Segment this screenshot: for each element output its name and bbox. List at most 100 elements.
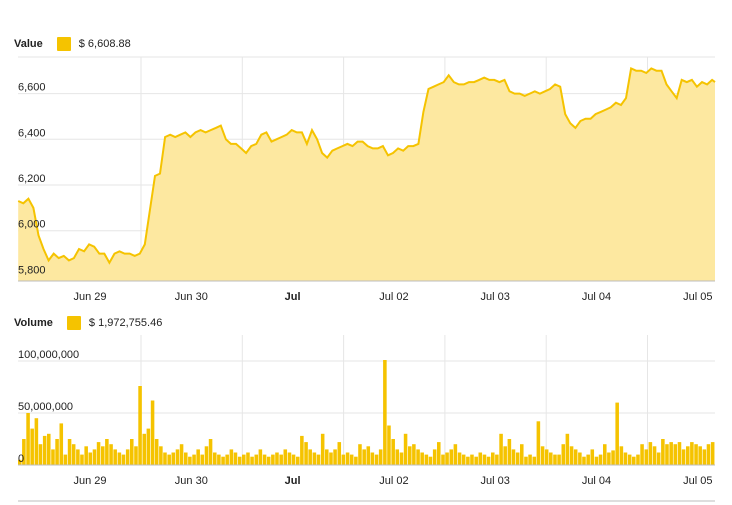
volume-bar xyxy=(532,456,537,465)
volume-bar xyxy=(615,402,619,465)
volume-bar xyxy=(507,439,512,465)
volume-bar xyxy=(656,452,661,465)
volume-xtick-label: Jun 30 xyxy=(175,475,208,487)
volume-bar xyxy=(26,413,30,465)
volume-bar xyxy=(694,444,698,465)
volume-bar xyxy=(437,442,441,465)
volume-bar xyxy=(312,452,317,465)
volume-bar xyxy=(349,454,354,465)
volume-bar xyxy=(163,452,167,465)
volume-bar xyxy=(553,454,557,465)
volume-ytick-label: 100,000,000 xyxy=(18,349,79,361)
volume-bar xyxy=(582,456,586,465)
volume-bar xyxy=(171,452,176,465)
volume-bar xyxy=(441,454,445,465)
volume-bar xyxy=(461,454,466,465)
volume-bar xyxy=(345,452,350,465)
volume-bar xyxy=(154,439,159,465)
volume-bar xyxy=(279,454,283,465)
volume-bar xyxy=(354,456,358,465)
volume-bar xyxy=(378,449,383,465)
volume-bar xyxy=(258,449,263,465)
volume-bar xyxy=(710,442,715,465)
volume-bar xyxy=(702,449,707,465)
volume-bar xyxy=(204,446,209,465)
volume-bar xyxy=(491,452,495,465)
volume-bar xyxy=(474,456,478,465)
volume-bar xyxy=(34,418,39,465)
volume-bar xyxy=(246,452,250,465)
volume-bar xyxy=(341,454,346,465)
volume-bar xyxy=(325,449,329,465)
volume-bar xyxy=(159,446,163,465)
volume-bar xyxy=(387,425,391,465)
volume-bar xyxy=(266,456,271,465)
volume-bar xyxy=(499,433,503,465)
volume-bar xyxy=(395,449,400,465)
volume-bar xyxy=(271,454,275,465)
volume-bar xyxy=(262,454,267,465)
volume-bar xyxy=(296,456,300,465)
volume-bar xyxy=(63,454,68,465)
volume-bar xyxy=(661,439,665,465)
volume-bar xyxy=(673,444,678,465)
volume-bar xyxy=(690,442,694,465)
volume-bar xyxy=(428,456,433,465)
volume-bar xyxy=(109,444,113,465)
volume-bar xyxy=(316,454,321,465)
volume-bar xyxy=(457,452,462,465)
value-xtick-label: Jun 30 xyxy=(175,291,208,303)
value-xtick-label: Jul 03 xyxy=(481,291,510,303)
volume-bar xyxy=(358,444,362,465)
volume-bar xyxy=(366,446,371,465)
volume-bar xyxy=(237,456,242,465)
volume-bar xyxy=(374,454,379,465)
volume-bar xyxy=(669,442,673,465)
volume-bar xyxy=(619,446,624,465)
volume-xtick-label: Jul 03 xyxy=(481,475,510,487)
volume-bar xyxy=(466,456,470,465)
volume-bar xyxy=(544,449,549,465)
volume-bar xyxy=(71,444,76,465)
volume-bar xyxy=(80,454,84,465)
volume-bar xyxy=(92,449,97,465)
volume-xtick-label: Jul 04 xyxy=(582,475,611,487)
volume-bar xyxy=(698,446,702,465)
volume-bar xyxy=(408,446,412,465)
volume-bar xyxy=(42,435,47,465)
value-ytick-label: 6,600 xyxy=(18,82,46,94)
value-xtick-label: Jun 29 xyxy=(73,291,106,303)
volume-bar xyxy=(184,452,188,465)
volume-bar xyxy=(470,454,474,465)
volume-bar xyxy=(578,452,582,465)
volume-bar xyxy=(84,446,88,465)
volume-bar xyxy=(250,456,254,465)
value-xtick-label: Jul xyxy=(285,291,301,303)
volume-bar xyxy=(76,449,80,465)
volume-bar xyxy=(677,442,682,465)
volume-bar xyxy=(130,439,134,465)
volume-bar xyxy=(59,423,64,465)
volume-bar xyxy=(333,449,337,465)
volume-bar xyxy=(573,449,578,465)
volume-xtick-label: Jun 29 xyxy=(73,475,106,487)
volume-bar xyxy=(391,439,395,465)
volume-bar xyxy=(515,452,520,465)
volume-bar xyxy=(478,452,483,465)
volume-bar xyxy=(399,452,404,465)
value-ytick-label: 6,200 xyxy=(18,173,46,185)
value-chart: 5,800 6,000 6,200 6,400 6,600 Jun 29 Jun 30 Jul… xyxy=(17,56,716,303)
volume-bar xyxy=(603,444,607,465)
volume-bar xyxy=(121,454,126,465)
volume-bar xyxy=(482,454,487,465)
volume-bar xyxy=(96,442,101,465)
volume-bar xyxy=(221,456,225,465)
volume-bar xyxy=(105,439,109,465)
volume-bar xyxy=(598,454,603,465)
volume-bar xyxy=(113,449,117,465)
volume-bar xyxy=(383,360,387,465)
volume-bar xyxy=(412,444,416,465)
volume-bar xyxy=(594,456,599,465)
value-ytick-label: 5,800 xyxy=(18,264,46,276)
volume-bar xyxy=(196,449,200,465)
